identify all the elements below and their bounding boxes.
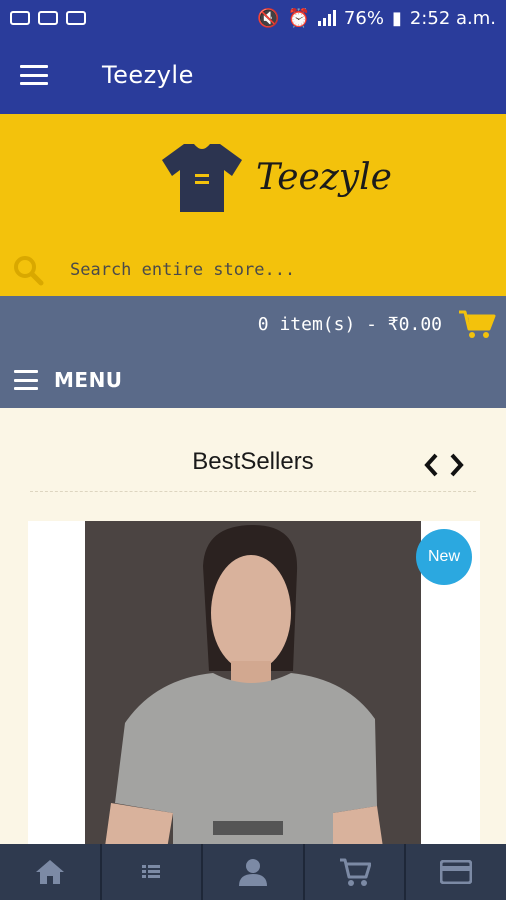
message-notification-icon [10, 11, 30, 25]
category-menu-toggle[interactable]: MENU [0, 352, 506, 408]
app-bar: Teezyle [0, 36, 506, 114]
signal-icon [317, 10, 336, 26]
cart-icon [339, 858, 371, 886]
section-title: BestSellers [192, 448, 314, 475]
list-icon [142, 865, 161, 878]
store-logo[interactable]: Teezyle [160, 140, 392, 214]
nav-cart[interactable] [305, 844, 407, 900]
chevron-left-icon[interactable] [422, 452, 440, 478]
mute-icon: 🔇 [257, 7, 280, 29]
product-image[interactable] [85, 521, 421, 844]
nav-categories[interactable] [102, 844, 204, 900]
card-icon [440, 860, 473, 884]
alarm-icon: ⏰ [287, 7, 310, 29]
hamburger-line [14, 378, 38, 382]
clock: 2:52 a.m. [409, 7, 496, 29]
main-content: BestSellers New [0, 408, 506, 844]
shopping-cart-icon[interactable] [458, 309, 496, 339]
nav-account[interactable] [203, 844, 305, 900]
hamburger-line [14, 387, 38, 390]
chevron-right-icon[interactable] [448, 452, 466, 478]
bottom-navigation [0, 844, 506, 900]
cart-summary-text: 0 item(s) - ₹0.00 [257, 313, 442, 335]
menu-icon [14, 370, 38, 390]
new-badge: New [416, 529, 472, 585]
nav-payment[interactable] [406, 844, 506, 900]
battery-icon: ▮ [391, 7, 402, 29]
model-photo [85, 521, 421, 844]
menu-label: MENU [54, 368, 123, 392]
hamburger-line [20, 65, 48, 68]
app-title: Teezyle [102, 61, 194, 89]
search-bar [0, 244, 506, 296]
search-input[interactable] [70, 260, 450, 280]
bestsellers-header: BestSellers [30, 438, 476, 492]
hamburger-line [20, 73, 48, 77]
hamburger-line [14, 370, 38, 373]
account-icon [238, 859, 267, 886]
status-system: 🔇 ⏰ 76% ▮ 2:52 a.m. [257, 8, 496, 29]
logo-wordmark: Teezyle [256, 156, 392, 198]
voicemail-notification-icon [66, 11, 86, 25]
product-card[interactable]: New [28, 521, 480, 844]
search-icon[interactable] [12, 254, 44, 286]
status-notifications [10, 11, 86, 25]
brand-header: Teezyle [0, 114, 506, 296]
cart-summary-bar[interactable]: 0 item(s) - ₹0.00 [0, 296, 506, 352]
tshirt-logo-icon [162, 144, 242, 212]
hamburger-line [20, 82, 48, 85]
nav-home[interactable] [0, 844, 102, 900]
youtube-notification-icon [38, 11, 58, 25]
home-icon [35, 860, 64, 884]
drawer-menu-button[interactable] [20, 65, 48, 85]
battery-percent: 76% [343, 7, 384, 29]
carousel-controls [422, 452, 466, 478]
status-bar: 🔇 ⏰ 76% ▮ 2:52 a.m. [0, 0, 506, 36]
